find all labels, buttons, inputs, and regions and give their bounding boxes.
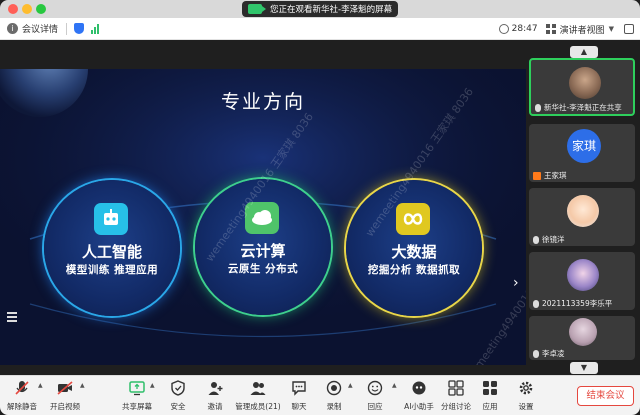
shield-icon	[170, 380, 186, 396]
screen-share-notice: 您正在观看新华社-李泽魁的屏幕	[242, 1, 398, 17]
microphone-icon	[533, 349, 539, 358]
toolbar-label: 设置	[518, 402, 534, 411]
toolbar-label: 录制	[326, 402, 342, 411]
view-grid-icon[interactable]	[545, 24, 556, 34]
meeting-details-link[interactable]: 会议详情	[22, 22, 58, 35]
participant-name: 徐镜洋	[542, 235, 565, 244]
apps-icon	[482, 380, 498, 396]
chat-button[interactable]: 聊天	[279, 380, 319, 414]
chevron-up-icon[interactable]: ▲	[392, 382, 397, 389]
participant-tile[interactable]: 家琪 王家琪	[529, 124, 635, 182]
end-meeting-button[interactable]: 结束会议	[577, 386, 634, 406]
chat-icon	[291, 380, 307, 396]
chevron-up-icon[interactable]: ▲	[570, 46, 598, 58]
mic-muted-icon	[14, 380, 30, 396]
microphone-icon	[533, 235, 539, 244]
clock-icon	[498, 24, 509, 34]
minimize-window-button[interactable]	[22, 4, 32, 14]
meeting-duration: 28:47	[511, 24, 538, 34]
network-signal-icon[interactable]	[91, 23, 100, 34]
topic-title: 人工智能	[81, 243, 142, 261]
topic-subtitle: 挖掘分析 数据抓取	[367, 264, 461, 276]
toolbar-label: 解除静音	[7, 402, 37, 411]
participant-tile[interactable]: 徐镜洋	[529, 188, 635, 246]
invite-button[interactable]: 邀请	[195, 380, 235, 414]
ai-assistant-button[interactable]: AI小助手	[399, 380, 439, 414]
toolbar-label: 应用	[482, 402, 498, 411]
manage-members-button[interactable]: 管理成员(21)	[232, 380, 284, 414]
invite-icon	[207, 380, 223, 396]
avatar: 家琪	[567, 129, 601, 163]
toolbar-label: 安全	[170, 402, 186, 411]
toolbar-label: 共享屏幕	[122, 402, 152, 411]
participant-tile[interactable]: 2021113359李乐平	[529, 252, 635, 310]
close-window-button[interactable]	[8, 4, 18, 14]
chevron-down-icon[interactable]: ▼	[570, 362, 598, 374]
toolbar-label: 管理成员(21)	[235, 402, 281, 411]
reaction-icon	[367, 380, 383, 396]
toolbar-label: 聊天	[291, 402, 307, 411]
chevron-up-icon[interactable]: ▲	[150, 382, 155, 389]
info-icon[interactable]: i	[7, 23, 18, 34]
participant-name: 新华社-李泽魁正在共享	[544, 103, 622, 112]
infinity-icon	[396, 203, 430, 235]
participant-panel: ▲ 新华社-李泽魁正在共享 家琪 王家琪 徐镜洋 2021113359李乐平 李…	[526, 40, 640, 375]
topic-circle-ai: 人工智能 模型训练 推理应用	[44, 180, 180, 316]
chevron-up-icon[interactable]: ▲	[80, 382, 85, 389]
participant-tile[interactable]: 李卓凌	[529, 316, 635, 360]
apps-button[interactable]: 应用	[470, 380, 510, 414]
participant-name: 2021113359李乐平	[542, 299, 613, 308]
members-icon	[250, 380, 266, 396]
fullscreen-icon[interactable]	[624, 24, 634, 34]
record-icon	[326, 380, 342, 396]
toolbar-label: 开启视频	[50, 402, 80, 411]
settings-button[interactable]: 设置	[506, 380, 546, 414]
divider	[66, 22, 68, 35]
toolbar-label: AI小助手	[404, 402, 434, 411]
ai-assistant-icon	[411, 380, 427, 396]
window-titlebar: 您正在观看新华社-李泽魁的屏幕	[0, 0, 640, 18]
video-off-icon	[57, 380, 73, 396]
chevron-up-icon[interactable]: ▲	[38, 382, 43, 389]
video-camera-icon	[248, 4, 266, 14]
settings-icon	[518, 380, 534, 396]
avatar	[569, 318, 597, 346]
breakout-icon	[448, 380, 464, 396]
start-video-button[interactable]: 开启视频	[45, 380, 85, 414]
avatar	[567, 259, 599, 291]
topic-title: 大数据	[391, 243, 437, 261]
share-notice-text: 您正在观看新华社-李泽魁的屏幕	[270, 5, 393, 15]
participant-name: 王家琪	[544, 171, 567, 180]
microphone-icon	[535, 103, 541, 112]
meeting-window: 您正在观看新华社-李泽魁的屏幕 i 会议详情 28:47 演讲者视图 ▼ 专业方…	[0, 0, 640, 415]
meeting-toolbar: 解除静音 ▲ 开启视频 ▲ 共享屏幕 ▲ 安全 邀请 管理成员(21) 聊天 录…	[0, 375, 640, 415]
microphone-icon	[533, 299, 539, 308]
reaction-button[interactable]: 回应	[355, 380, 395, 414]
chevron-down-icon[interactable]: ▼	[609, 25, 614, 33]
maximize-window-button[interactable]	[36, 4, 46, 14]
meeting-infobar: i 会议详情 28:47 演讲者视图 ▼	[0, 18, 640, 40]
robot-icon	[94, 203, 128, 235]
chevron-up-icon[interactable]: ▲	[348, 382, 353, 389]
security-button[interactable]: 安全	[158, 380, 198, 414]
unmute-button[interactable]: 解除静音	[2, 380, 42, 414]
host-badge-icon	[533, 171, 541, 180]
shared-screen-slide: 专业方向 人工智能 模型训练 推理应用 云计算 云原生 分布式 大数据 挖掘分析…	[0, 69, 526, 365]
topic-circle-bigdata: 大数据 挖掘分析 数据抓取	[346, 180, 482, 316]
share-screen-icon	[129, 380, 145, 396]
avatar	[569, 67, 601, 99]
topic-subtitle: 模型训练 推理应用	[65, 264, 159, 276]
view-mode-selector[interactable]: 演讲者视图	[560, 23, 605, 36]
toolbar-label: 回应	[367, 402, 383, 411]
toolbar-label: 邀请	[207, 402, 223, 411]
list-icon[interactable]	[7, 312, 17, 322]
participant-name: 李卓凌	[542, 349, 565, 358]
chevron-right-icon[interactable]: ›	[513, 275, 523, 295]
encryption-shield-icon[interactable]	[74, 23, 85, 34]
avatar	[567, 195, 599, 227]
participant-tile[interactable]: 新华社-李泽魁正在共享	[529, 58, 635, 116]
